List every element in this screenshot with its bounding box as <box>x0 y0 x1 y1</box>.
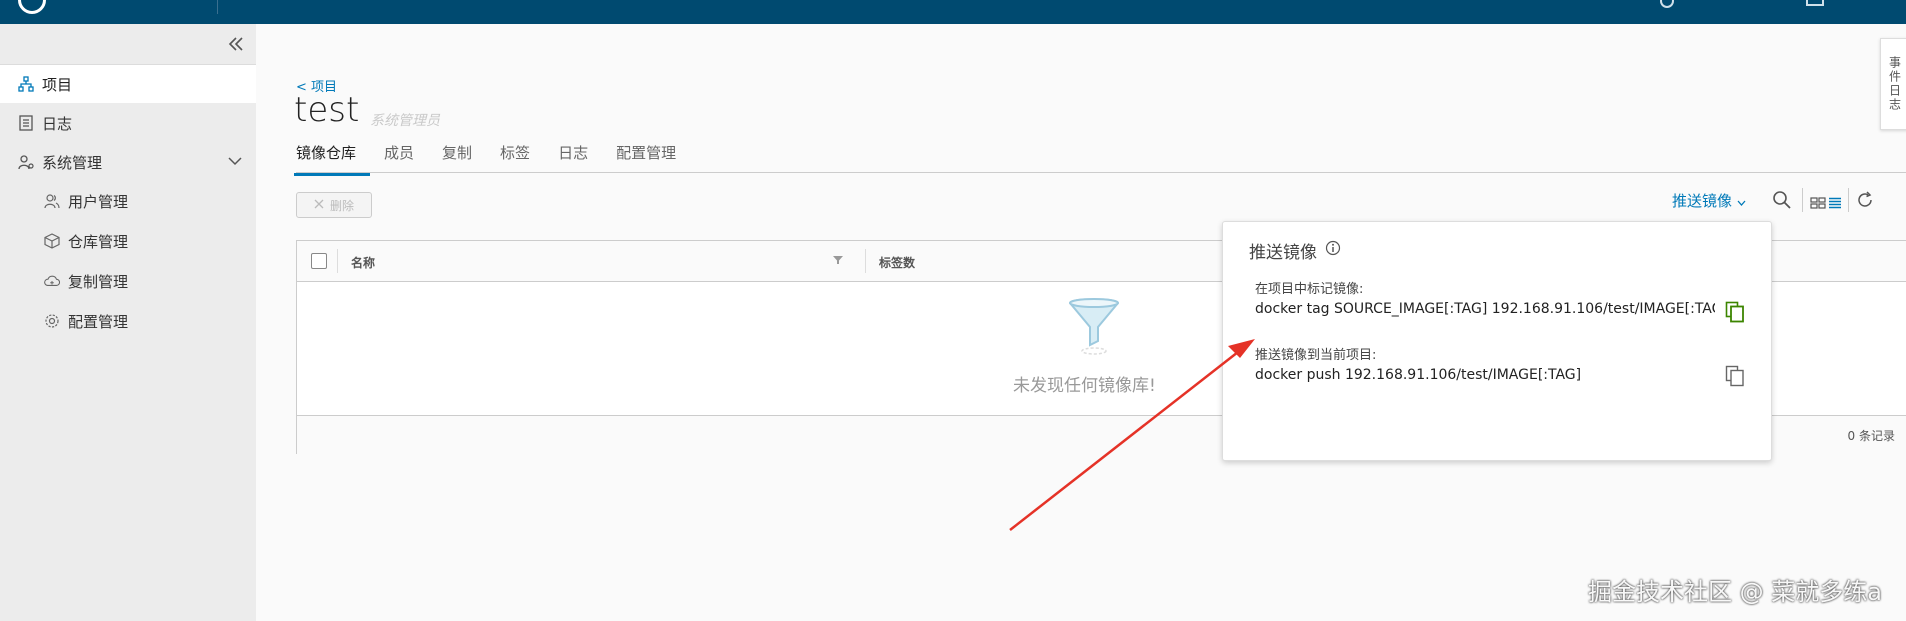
tabs-divider <box>296 172 1906 173</box>
sidebar-item-label: 复制管理 <box>68 272 129 291</box>
info-icon[interactable] <box>1325 240 1341 260</box>
log-icon <box>18 115 34 131</box>
tab-members[interactable]: 成员 <box>370 142 428 176</box>
header-divider <box>217 0 218 14</box>
watermark: 掘金技术社区 @ 菜就多练a <box>1588 578 1882 606</box>
cloud-icon <box>44 273 60 289</box>
select-all-checkbox[interactable] <box>311 253 327 269</box>
tab-logs[interactable]: 日志 <box>544 142 602 176</box>
record-count: 0 条记录 <box>1847 429 1895 443</box>
delete-label: 删除 <box>329 198 354 213</box>
project-tabs: 镜像仓库 成员 复制 标签 日志 配置管理 <box>294 142 690 176</box>
close-icon <box>314 198 324 212</box>
delete-button[interactable]: 删除 <box>296 192 372 218</box>
column-header-name[interactable]: 名称 <box>351 254 375 271</box>
event-log-tab[interactable]: 事件日志 <box>1880 38 1906 130</box>
sidebar-item-label: 日志 <box>42 114 73 133</box>
double-chevron-left-icon[interactable] <box>228 32 244 56</box>
page-title: test <box>294 90 360 130</box>
column-divider <box>337 249 338 273</box>
tab-replication[interactable]: 复制 <box>428 142 486 176</box>
role-label: 系统管理员 <box>370 113 440 129</box>
gear-icon <box>44 313 60 329</box>
column-divider <box>865 249 866 273</box>
push-image-label: 推送镜像 <box>1672 192 1733 210</box>
copy-push-command-icon[interactable] <box>1725 365 1745 391</box>
harbor-logo[interactable] <box>18 0 46 14</box>
empty-state-text: 未发现任何镜像库! <box>1013 376 1156 396</box>
sidebar-item-users[interactable]: 用户管理 <box>0 182 256 220</box>
sidebar-item-configuration[interactable]: 配置管理 <box>0 302 256 340</box>
push-image-button[interactable]: 推送镜像 <box>1672 190 1746 211</box>
empty-filter-icon <box>1067 297 1121 361</box>
tag-command[interactable]: docker tag SOURCE_IMAGE[:TAG] 192.168.91… <box>1255 301 1715 317</box>
sidebar-item-label: 用户管理 <box>68 192 129 211</box>
push-instruction-label: 推送镜像到当前项目: <box>1255 348 1377 363</box>
chevron-down-icon[interactable] <box>228 152 242 170</box>
users-icon <box>44 193 60 209</box>
sidebar-item-label: 仓库管理 <box>68 232 129 251</box>
admin-icon <box>18 154 34 170</box>
card-view-icon[interactable] <box>1810 194 1826 213</box>
sidebar-item-label: 项目 <box>42 75 73 94</box>
filter-icon[interactable] <box>833 255 843 268</box>
box-icon <box>44 233 60 249</box>
chevron-down-icon <box>1737 192 1746 210</box>
push-image-popover: 推送镜像 在项目中标记镜像: docker tag SOURCE_IMAGE[:… <box>1222 221 1772 461</box>
sidebar-item-replication[interactable]: 复制管理 <box>0 262 256 300</box>
sidebar-item-label: 系统管理 <box>42 153 103 172</box>
sidebar-item-admin[interactable]: 系统管理 <box>0 143 256 181</box>
refresh-icon[interactable] <box>1856 191 1874 213</box>
top-header <box>0 0 1906 24</box>
sidebar-item-logs[interactable]: 日志 <box>0 104 256 142</box>
project-icon <box>18 76 34 92</box>
tab-labels[interactable]: 标签 <box>486 142 544 176</box>
sidebar-item-registries[interactable]: 仓库管理 <box>0 222 256 260</box>
tab-configuration[interactable]: 配置管理 <box>602 142 690 176</box>
toolbar-divider <box>1848 188 1849 212</box>
toolbar-divider <box>1802 188 1803 212</box>
tab-repositories[interactable]: 镜像仓库 <box>294 142 371 176</box>
search-icon[interactable] <box>1772 190 1792 214</box>
copy-tag-command-icon[interactable] <box>1725 301 1745 327</box>
push-command[interactable]: docker push 192.168.91.106/test/IMAGE[:T… <box>1255 367 1581 383</box>
user-menu-icon[interactable] <box>1806 0 1824 6</box>
sidebar-item-projects[interactable]: 项目 <box>0 65 256 103</box>
tag-instruction-label: 在项目中标记镜像: <box>1255 282 1364 297</box>
popover-title: 推送镜像 <box>1249 243 1317 263</box>
sidebar: 项目 日志 系统管理 用户管理 仓库管理 复制管理 配置管理 <box>0 24 256 621</box>
list-view-icon[interactable] <box>1828 194 1842 213</box>
column-header-tags[interactable]: 标签数 <box>879 254 915 271</box>
sidebar-item-label: 配置管理 <box>68 312 129 331</box>
help-icon[interactable] <box>1660 0 1674 8</box>
